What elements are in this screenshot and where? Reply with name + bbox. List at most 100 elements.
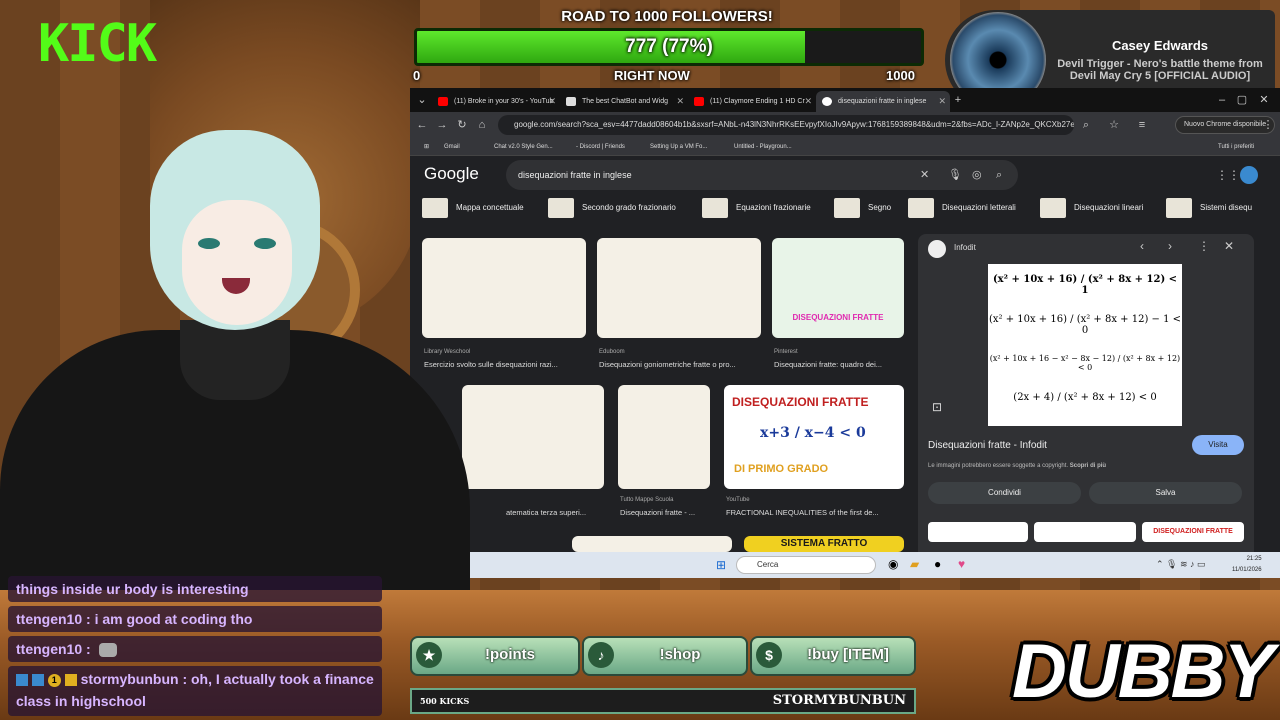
preview-image[interactable]: (x² + 10x + 16) / (x² + 8x + 12) < 1 (x²…	[988, 264, 1182, 426]
result-image[interactable]: DISEQUAZIONI FRATTE	[772, 238, 904, 338]
bookmark-chat[interactable]: Chat v2.0 Style Gen...	[494, 138, 553, 156]
result-title[interactable]: Disequazioni fratte - ...	[620, 508, 716, 517]
lens-icon[interactable]: ◎	[972, 160, 982, 190]
star-icon: ★	[416, 642, 442, 668]
result-title[interactable]: FRACTIONAL INEQUALITIES of the first de.…	[726, 508, 906, 517]
learn-more-link[interactable]: Scopri di più	[1070, 463, 1106, 469]
home-icon[interactable]: ⌂	[474, 116, 490, 134]
tab-youtube-broke[interactable]: (11) Broke in your 30's - YouTub ✕	[432, 91, 560, 112]
lens-icon[interactable]: ⊡	[932, 400, 942, 414]
kicks-ticker: 500 KICKS STORMYBUNBUN	[410, 688, 916, 714]
related-image[interactable]: DISEQUAZIONI FRATTE	[1142, 522, 1244, 542]
zoom-icon[interactable]: ⌕	[1078, 116, 1094, 134]
result-image-caption: DISEQUAZIONI FRATTE	[732, 395, 869, 409]
chat-message: 1 stormybunbun : oh, I actually took a f…	[8, 666, 382, 716]
extensions-icon[interactable]: ≡	[1134, 116, 1150, 134]
chip-segno[interactable]: Segno	[834, 197, 891, 219]
goal-title: ROAD TO 1000 FOLLOWERS!	[561, 8, 773, 25]
clear-icon[interactable]: ✕	[920, 160, 929, 190]
bookmark-vm[interactable]: Setting Up a VM Fo...	[650, 138, 707, 156]
new-tab-button[interactable]: +	[950, 91, 966, 109]
result-title[interactable]: Disequazioni fratte: quadro dei...	[774, 360, 906, 369]
related-image[interactable]	[928, 522, 1028, 542]
result-image[interactable]: DISEQUAZIONI FRATTE x+3 / x−4 < 0 DI PRI…	[724, 385, 904, 489]
result-title[interactable]: atematica terza superi...	[506, 508, 606, 517]
result-title[interactable]: Esercizio svolto sulle disequazioni razi…	[424, 360, 584, 369]
taskbar-search[interactable]: Cerca	[736, 556, 876, 574]
chat-message: things inside ur body is interesting	[8, 576, 382, 602]
chip-lineari[interactable]: Disequazioni lineari	[1040, 197, 1143, 219]
result-source: YouTube	[726, 497, 750, 503]
crown-badge-icon	[64, 674, 77, 687]
bookmark-gmail[interactable]: Gmail	[444, 138, 460, 156]
bot-icon	[566, 97, 576, 106]
menu-icon[interactable]: ⋮	[1260, 116, 1276, 134]
result-image[interactable]	[572, 536, 732, 552]
result-image[interactable]	[618, 385, 710, 489]
google-apps-icon[interactable]: ⋮⋮	[1216, 168, 1240, 182]
chip-mappa[interactable]: Mappa concettuale	[422, 197, 524, 219]
result-image[interactable]: SISTEMA FRATTO	[744, 536, 904, 552]
panel-title[interactable]: Disequazioni fratte - Infodit	[928, 440, 1047, 451]
result-image[interactable]	[597, 238, 761, 338]
kicks-user: STORMYBUNBUN	[772, 693, 906, 708]
close-icon[interactable]: ✕	[804, 91, 812, 112]
back-icon[interactable]: ←	[414, 116, 430, 134]
result-image[interactable]	[422, 238, 586, 338]
google-logo[interactable]: Google	[424, 164, 479, 184]
dollar-icon: $	[756, 642, 782, 668]
profile-avatar[interactable]	[1240, 166, 1258, 184]
system-tray-icons[interactable]: ⌃ 🎙 ≋ ♪ ▭	[1156, 559, 1206, 570]
taskbar-clock[interactable]: 21:25 11/01/2026	[1232, 554, 1262, 576]
bookmark-discord[interactable]: - Discord | Friends	[576, 138, 625, 156]
search-icon[interactable]: ⌕	[996, 160, 1002, 190]
more-icon[interactable]: ⋮	[1198, 239, 1210, 253]
related-image[interactable]	[1034, 522, 1136, 542]
result-title[interactable]: Disequazioni goniometriche fratte o pro.…	[599, 360, 763, 369]
chip-letterali[interactable]: Disequazioni letterali	[908, 197, 1016, 219]
minimize-button[interactable]: –	[1214, 91, 1230, 109]
tab-google-search[interactable]: disequazioni fratte in inglese ✕	[816, 91, 950, 112]
apps-grid-icon[interactable]: ⊞	[424, 138, 429, 156]
visit-button[interactable]: Visita	[1192, 435, 1244, 455]
tab-label: The best ChatBot and Widg	[582, 98, 668, 105]
chip-sistemi[interactable]: Sistemi disequ	[1166, 197, 1252, 219]
result-image[interactable]	[462, 385, 604, 489]
maximize-button[interactable]: ▢	[1234, 91, 1250, 109]
close-icon[interactable]: ✕	[548, 91, 556, 112]
save-button[interactable]: Salva	[1089, 482, 1242, 504]
tab-label: (11) Broke in your 30's - YouTub	[454, 98, 554, 105]
mic-icon[interactable]: 🎙	[948, 160, 962, 190]
windows-start-icon[interactable]: ⊞	[716, 558, 726, 572]
tab-menu-icon[interactable]: ⌄	[414, 91, 430, 109]
chip-secondo-grado[interactable]: Secondo grado frazionario	[548, 197, 676, 219]
vtuber-app-icon[interactable]: ♥	[958, 557, 965, 571]
share-button[interactable]: Condividi	[928, 482, 1081, 504]
tab-chatbot[interactable]: The best ChatBot and Widg ✕	[560, 91, 688, 112]
close-window-button[interactable]: ✕	[1256, 91, 1272, 109]
search-input[interactable]: disequazioni fratte in inglese ✕ 🎙 ◎ ⌕	[506, 160, 1018, 190]
tab-youtube-claymore[interactable]: (11) Claymore Ending 1 HD Cr ✕	[688, 91, 816, 112]
url-field[interactable]: google.com/search?sca_esv=4477dadd08604b…	[498, 115, 1074, 135]
now-playing-artist: Casey Edwards	[1111, 38, 1209, 53]
bookmark-playground[interactable]: Untitled - Playgroun...	[734, 138, 792, 156]
chat-message: ttengen10 : i am good at coding tho	[8, 606, 382, 632]
youtube-icon	[694, 97, 704, 106]
chip-equazioni[interactable]: Equazioni frazionarie	[702, 197, 811, 219]
bookmark-star-icon[interactable]: ☆	[1106, 116, 1122, 134]
all-bookmarks[interactable]: Tutti i preferiti	[1218, 138, 1254, 156]
close-icon[interactable]: ✕	[676, 91, 684, 112]
result-source: Eduboom	[599, 349, 625, 355]
tab-strip: ⌄ (11) Broke in your 30's - YouTub ✕ The…	[410, 88, 1280, 112]
close-icon[interactable]: ✕	[938, 91, 946, 112]
forward-icon[interactable]: →	[434, 116, 450, 134]
close-icon[interactable]: ✕	[1224, 239, 1234, 253]
obs-icon[interactable]: ●	[934, 557, 941, 571]
next-icon[interactable]: ›	[1168, 239, 1172, 253]
previous-icon[interactable]: ‹	[1140, 239, 1144, 253]
avatar-collar	[180, 320, 290, 400]
reload-icon[interactable]: ↻	[454, 116, 470, 134]
kicks-count: 500 KICKS	[420, 696, 470, 706]
chrome-icon[interactable]: ◉	[888, 557, 898, 571]
folder-icon[interactable]: ▰	[910, 557, 919, 571]
